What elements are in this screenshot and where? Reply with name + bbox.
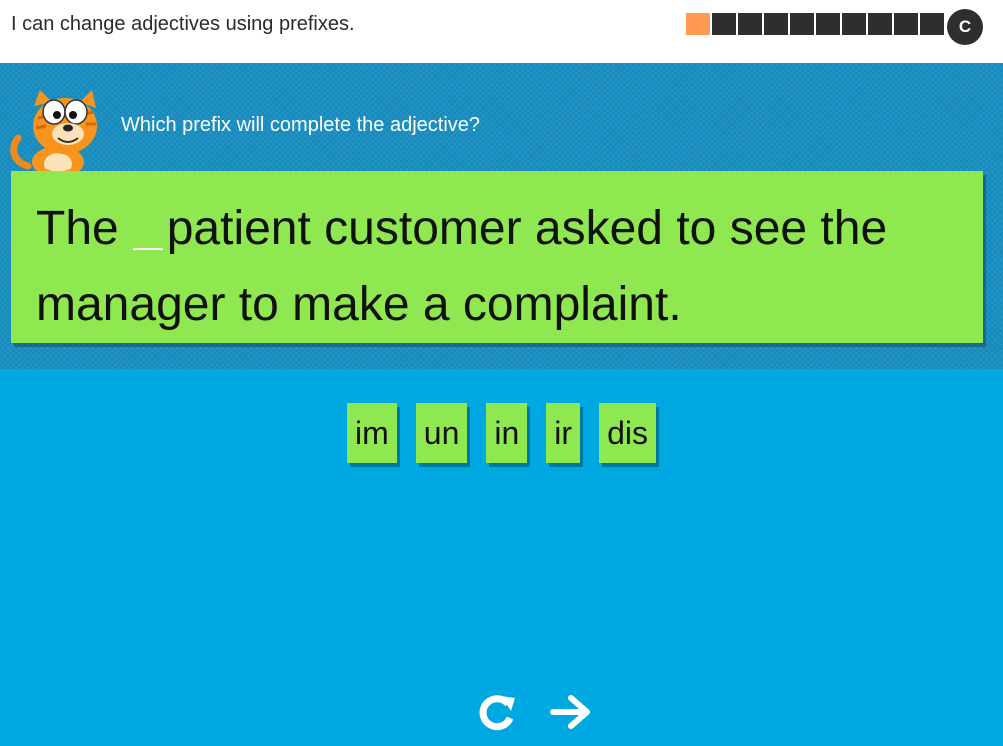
option-in[interactable]: in [486, 403, 528, 463]
progress-segment [920, 13, 944, 35]
progress-segment [868, 13, 892, 35]
question-panel: Which prefix will complete the adjective… [0, 63, 1003, 369]
arrow-right-icon[interactable] [549, 690, 593, 734]
progress-segment [686, 13, 710, 35]
answer-blank[interactable] [132, 210, 163, 250]
progress-segment [764, 13, 788, 35]
sentence-card: The patient customer asked to see the man… [11, 171, 983, 343]
bottom-controls [475, 690, 593, 734]
progress-segment [894, 13, 918, 35]
sentence-before: The [36, 202, 119, 255]
progress-segment [738, 13, 762, 35]
top-bar: I can change adjectives using prefixes. … [0, 0, 1003, 63]
sentence-after: patient customer asked to see the manage… [36, 202, 888, 331]
question-prompt: Which prefix will complete the adjective… [121, 114, 481, 136]
sentence-text: The patient customer asked to see the man… [36, 191, 966, 343]
progress-bar [686, 13, 944, 35]
option-ir[interactable]: ir [546, 403, 581, 463]
restart-button[interactable]: C [947, 9, 983, 45]
option-un[interactable]: un [415, 403, 468, 463]
redo-icon[interactable] [475, 690, 519, 734]
option-im[interactable]: im [347, 403, 397, 463]
progress-segment [712, 13, 736, 35]
progress-segment [790, 13, 814, 35]
progress-segment [816, 13, 840, 35]
option-dis[interactable]: dis [599, 403, 656, 463]
lesson-title: I can change adjectives using prefixes. [11, 13, 355, 35]
cat-mascot-icon [10, 90, 97, 179]
progress-segment [842, 13, 866, 35]
answer-options: im un in ir dis [0, 403, 1003, 463]
